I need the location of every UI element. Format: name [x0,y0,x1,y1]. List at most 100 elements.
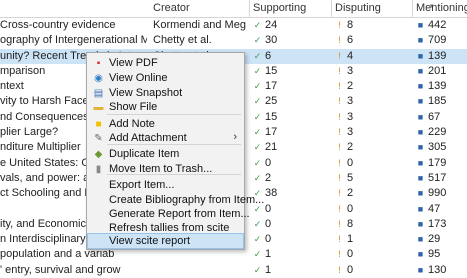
supporting-check-icon: ✓ [253,127,262,138]
supporting-check-icon: ✓ [253,234,262,245]
mentioning-count: 442 [428,19,447,31]
mentioning-count: 139 [428,49,447,62]
snapshot-icon: ▤ [93,88,104,99]
mentioning-count: 201 [428,64,447,77]
mentioning-count: 517 [428,171,447,184]
column-divider[interactable] [412,0,413,17]
column-divider[interactable] [249,0,250,17]
menu-item-generate-report-from-item[interactable]: Generate Report from Item... [88,207,250,221]
menu-item-label: View Online [109,72,168,84]
menu-item-label: Export Item... [109,179,175,191]
table-row[interactable]: Cross-country evidence Kormendi and Megui… [0,18,467,33]
mentioning-square-icon: ■ [417,203,424,214]
menu-item-view-snapshot[interactable]: ▤ View Snapshot [88,86,243,100]
table-row[interactable]: ography of Intergenerational Mobility i.… [0,33,467,48]
menu-item-label: Create Bibliography from Item... [109,194,265,206]
disputing-cell: ! 3 [335,111,415,123]
disputing-cell: ! 1 [335,233,415,245]
item-title: Cross-country evidence [0,19,116,31]
item-title: ' entry, survival and grow [0,263,121,276]
mentioning-square-icon: ■ [417,264,424,275]
item-creator: Kormendi and Meguire [153,19,246,31]
mentioning-count: 229 [428,126,447,139]
table-row[interactable]: ' entry, survival and grow ✓ 1! 0 ■ 130 [0,263,467,278]
pdf-icon: ▪ [96,58,101,69]
supporting-count: 1 [265,248,272,261]
disputing-cell: ! 5 [335,172,415,184]
disputing-exclamation-icon: ! [338,172,341,183]
mentioning-count: 709 [428,34,447,47]
disputing-cell: ! 8 [335,218,415,230]
menu-item-view-scite-report[interactable]: View scite report [87,233,244,249]
menu-item-refresh-tallies-from-scite[interactable]: Refresh tallies from scite [88,221,243,235]
menu-item-add-attachment[interactable]: ✎ Add Attachment › [88,131,243,145]
disputing-count: 6 [347,34,354,47]
menu-item-duplicate-item[interactable]: ◆ Duplicate Item [88,147,243,161]
mentioning-square-icon: ■ [417,81,424,92]
menu-item-label: Add Attachment [109,132,187,144]
disputing-cell: ! 3 [335,126,415,138]
mentioning-count: 67 [428,110,441,123]
disputing-exclamation-icon: ! [338,157,341,168]
supporting-check-icon: ✓ [253,96,262,107]
disputing-exclamation-icon: ! [338,20,341,30]
menu-item-add-note[interactable]: ■ Add Note [88,117,243,131]
menu-item-export-item[interactable]: Export Item... [88,178,243,192]
mentioning-count: 173 [428,217,447,230]
column-supporting[interactable]: Supporting [253,2,306,14]
disputing-exclamation-icon: ! [338,96,341,107]
disputing-count: 0 [347,156,354,169]
menu-item-label: Show File [109,101,158,113]
supporting-cell: ✓ 30 [253,34,331,46]
menu-item-label: View scite report [109,235,191,247]
column-divider[interactable] [331,0,332,17]
disputing-count: 2 [347,80,354,93]
supporting-cell: ✓ 38 [253,187,331,199]
menu-item-show-file[interactable]: ▬ Show File [88,100,243,114]
mentioning-count: 47 [428,202,441,215]
globe-icon: ◉ [94,73,103,84]
mentioning-cell: ■ 179 [416,157,467,169]
disputing-count: 2 [347,187,354,200]
mentioning-cell: ■ 201 [416,65,467,77]
disputing-exclamation-icon: ! [338,81,341,92]
disputing-cell: ! 3 [335,65,415,77]
supporting-count: 21 [265,141,278,154]
menu-item-view-online[interactable]: ◉ View Online [88,71,243,85]
context-menu: ▪ View PDF ◉ View Online ▤ View Snapshot ▬ Show… [86,52,264,250]
supporting-check-icon: ✓ [253,172,262,183]
mentioning-count: 305 [428,141,447,154]
disputing-count: 3 [347,95,354,108]
mentioning-cell: ■ 709 [416,34,467,46]
mentioning-square-icon: ■ [417,65,424,76]
supporting-cell: ✓ 17 [253,80,331,92]
supporting-count: 0 [265,202,272,215]
supporting-check-icon: ✓ [253,249,262,260]
supporting-cell: ✓ 6 [253,50,331,62]
disputing-count: 3 [347,110,354,123]
supporting-cell: ✓ 24 [253,19,331,31]
mentioning-cell: ■ 29 [416,233,467,245]
mentioning-cell: ■ 229 [416,126,467,138]
supporting-check-icon: ✓ [253,20,262,30]
mentioning-cell: ■ 130 [416,264,467,276]
column-disputing[interactable]: Disputing [335,2,381,14]
column-mentioning[interactable]: Mentioning [416,2,467,14]
mentioning-square-icon: ■ [417,234,424,245]
menu-item-create-bibliography-from-item[interactable]: Create Bibliography from Item... [88,193,264,207]
mentioning-square-icon: ■ [417,35,424,46]
menu-separator [107,114,241,115]
supporting-cell: ✓ 0 [253,233,331,245]
note-icon: ■ [95,119,102,130]
menu-item-label: Refresh tallies from scite [109,222,230,234]
mentioning-square-icon: ■ [417,157,424,168]
menu-item-label: View Snapshot [109,87,183,99]
paperclip-icon: ✎ [94,133,103,144]
disputing-count: 3 [347,126,354,139]
disputing-exclamation-icon: ! [338,111,341,122]
disputing-cell: ! 0 [335,203,415,215]
menu-item-move-item-to-trash[interactable]: ▮ Move Item to Trash... [88,162,243,176]
supporting-cell: ✓ 25 [253,95,331,107]
menu-item-view-pdf[interactable]: ▪ View PDF [88,56,243,70]
column-creator[interactable]: Creator [153,2,190,14]
